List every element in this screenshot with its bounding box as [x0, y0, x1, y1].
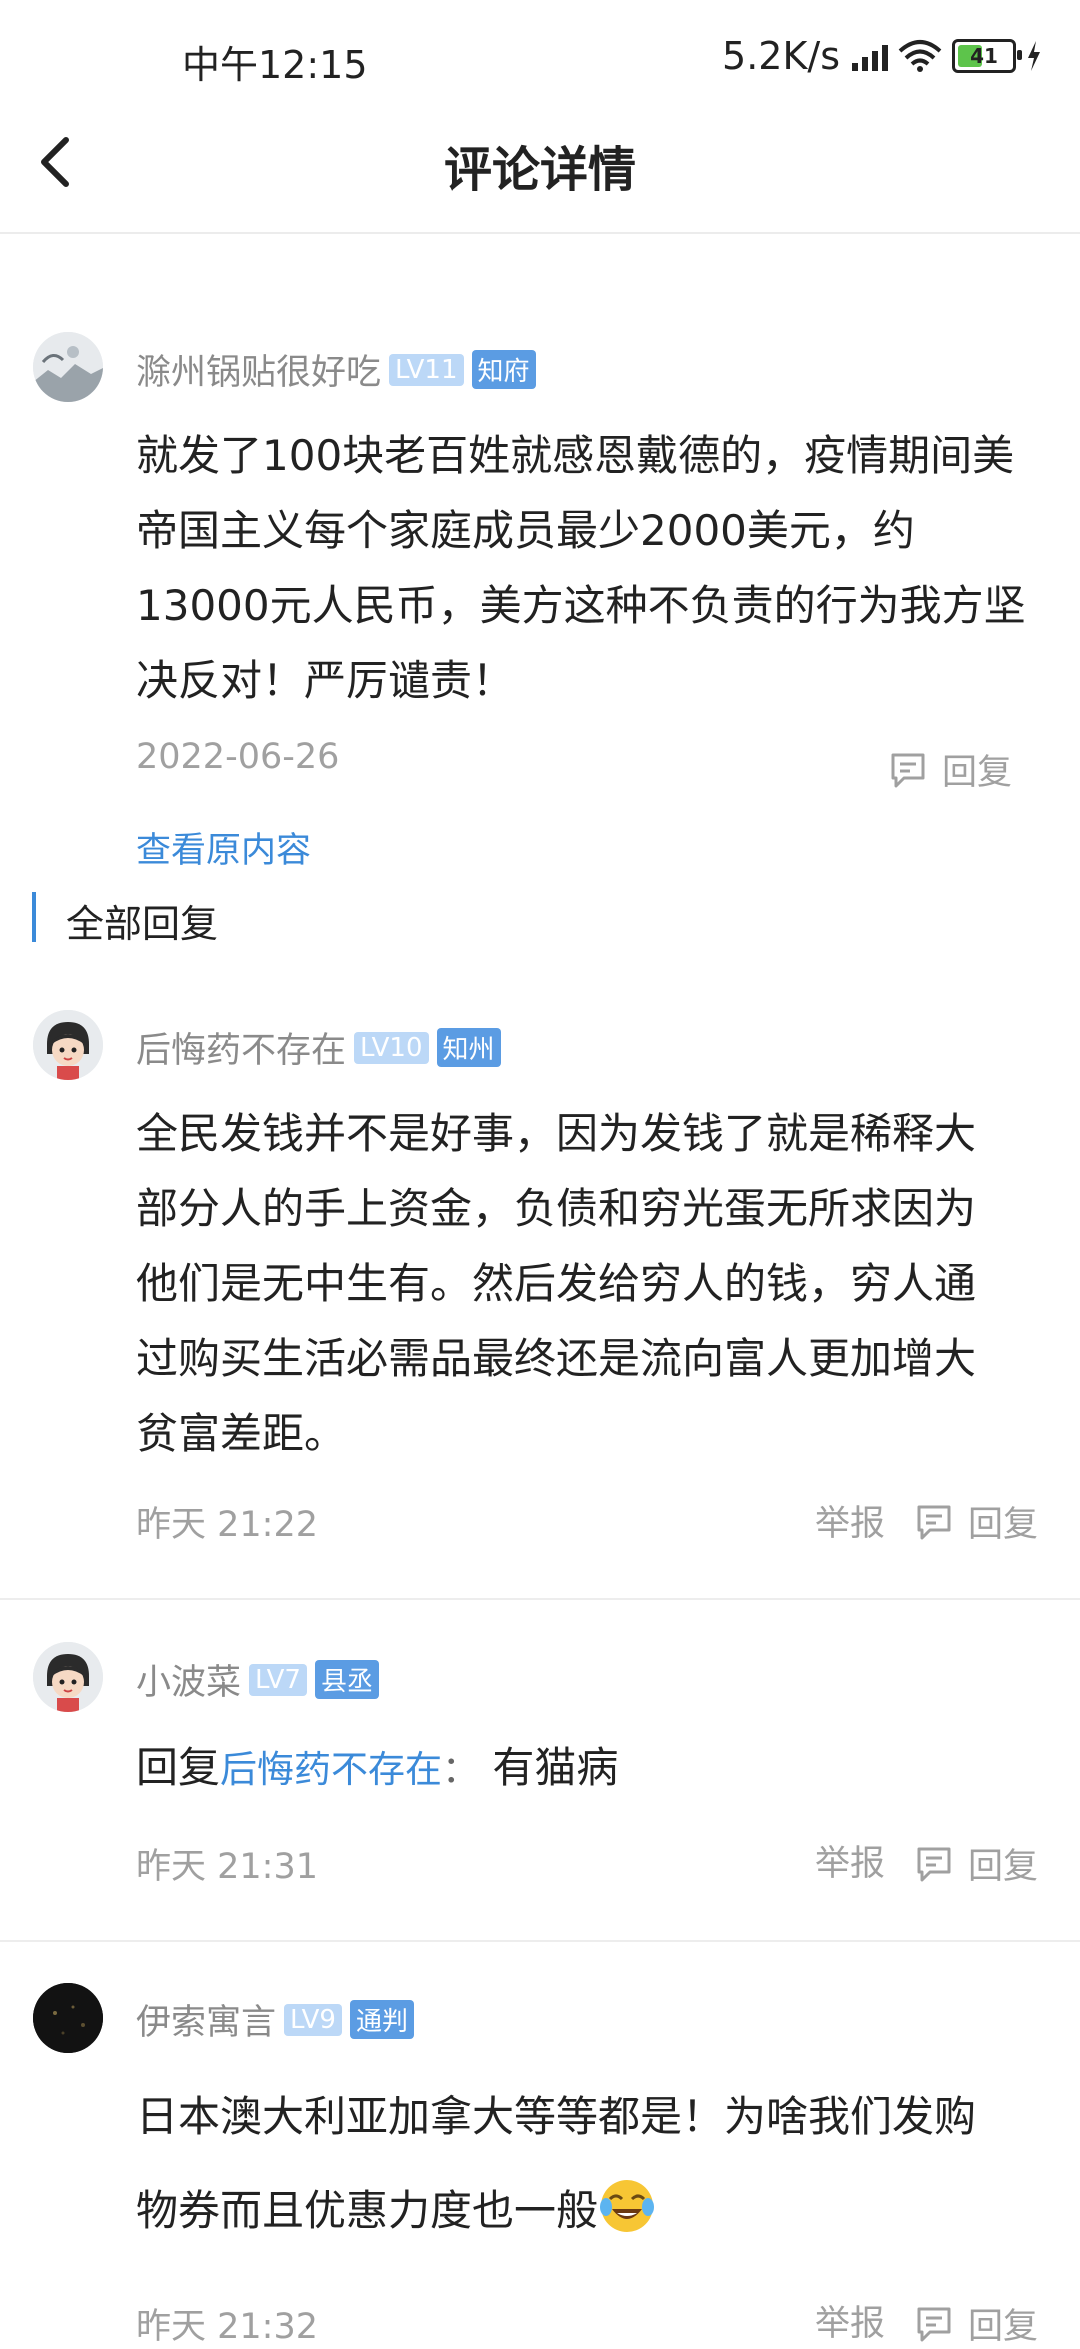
reply-button[interactable]: 回复 [914, 1496, 1038, 1547]
page-title: 评论详情 [443, 142, 636, 198]
comment-icon [917, 1505, 951, 1539]
reply-time: 昨天 21:32 [136, 2307, 318, 2347]
level-badge: LV9 [284, 2003, 342, 2036]
rank-badge: 知府 [471, 350, 536, 389]
reply-to-user[interactable]: 后悔药不存在 [220, 1748, 442, 1791]
comment-author[interactable]: 滁州锅贴很好吃 [136, 344, 381, 395]
level-badge: LV10 [354, 1031, 429, 1064]
reply-button[interactable]: 回复 [914, 1838, 1038, 1889]
comment-icon [917, 1847, 951, 1881]
reply-author-row: 小波菜 LV7 县丞 [136, 1654, 379, 1705]
report-label: 举报 [815, 1844, 886, 1884]
reply-text: 回复后悔药不存在： 有猫病 [136, 1730, 1016, 1807]
report-label: 举报 [815, 1504, 886, 1544]
comment-text: 就发了100块老百姓就感恩戴德的，疫情期间美帝国主义每个家庭成员最少2000美元… [136, 431, 1026, 705]
view-original-link[interactable]: 查看原内容 [136, 822, 311, 873]
reply-button[interactable]: 回复 [888, 744, 1012, 795]
rank-badge: 知州 [436, 1028, 501, 1067]
reply-label: 回复 [968, 1505, 1039, 1545]
reply-text: 全民发钱并不是好事，因为发钱了就是稀释大部分人的手上资金，负债和穷光蛋无所求因为… [136, 1109, 977, 1458]
signal-icon [852, 41, 888, 71]
rank-badge: 县丞 [314, 1660, 379, 1699]
comment-icon [891, 753, 925, 787]
comment-icon [917, 2307, 951, 2341]
laughing-crying-emoji-icon [600, 2180, 655, 2232]
reply-author-row: 后悔药不存在 LV10 知州 [136, 1022, 501, 1073]
reply-time: 昨天 21:31 [136, 1847, 318, 1887]
battery-icon: 41 [952, 39, 1022, 73]
reply-author[interactable]: 小波菜 [136, 1654, 241, 1705]
level-badge: LV11 [389, 353, 464, 386]
section-title: 全部回复 [66, 902, 219, 946]
comment-date: 2022-06-26 [136, 737, 340, 777]
avatar[interactable] [33, 332, 103, 402]
avatar[interactable] [33, 1010, 103, 1080]
reply-label: 回复 [942, 753, 1013, 793]
reply-author-row: 伊索寓言 LV9 通判 [136, 1994, 414, 2045]
status-time: 中午12:15 [182, 43, 368, 87]
reply-time: 昨天 21:22 [136, 1505, 318, 1545]
rank-badge: 通判 [349, 2000, 414, 2039]
reply-label: 回复 [968, 1847, 1039, 1887]
header-divider [0, 232, 1080, 234]
report-label: 举报 [815, 2304, 886, 2344]
status-indicators: 5.2K/s 41 [722, 34, 1042, 78]
reply-prefix: 回复 [136, 1743, 221, 1792]
report-button[interactable]: 举报 [815, 1835, 885, 1886]
reply-divider [0, 1598, 1080, 1600]
report-button[interactable]: 举报 [815, 2295, 885, 2346]
section-accent-bar [32, 892, 36, 942]
reply-author[interactable]: 后悔药不存在 [136, 1022, 346, 1073]
reply-colon: ： [442, 1748, 480, 1791]
avatar[interactable] [33, 1642, 103, 1712]
avatar[interactable] [33, 1983, 103, 2053]
comment-author-row: 滁州锅贴很好吃 LV11 知府 [136, 344, 536, 395]
charging-icon [1028, 41, 1040, 71]
reply-author[interactable]: 伊索寓言 [136, 1994, 276, 2045]
reply-label: 回复 [968, 2307, 1039, 2347]
reply-content: 日本澳大利亚加拿大等等都是！为啥我们发购物券而且优惠力度也一般 [136, 2092, 977, 2235]
wifi-icon [898, 40, 942, 72]
report-button[interactable]: 举报 [815, 1495, 885, 1546]
network-speed: 5.2K/s [722, 34, 840, 78]
reply-content: 有猫病 [492, 1743, 619, 1792]
reply-divider [0, 1940, 1080, 1942]
reply-text: 日本澳大利亚加拿大等等都是！为啥我们发购物券而且优惠力度也一般 [136, 2070, 1016, 2258]
battery-level: 41 [970, 44, 998, 68]
level-badge: LV7 [249, 1663, 307, 1696]
reply-button[interactable]: 回复 [914, 2298, 1038, 2349]
